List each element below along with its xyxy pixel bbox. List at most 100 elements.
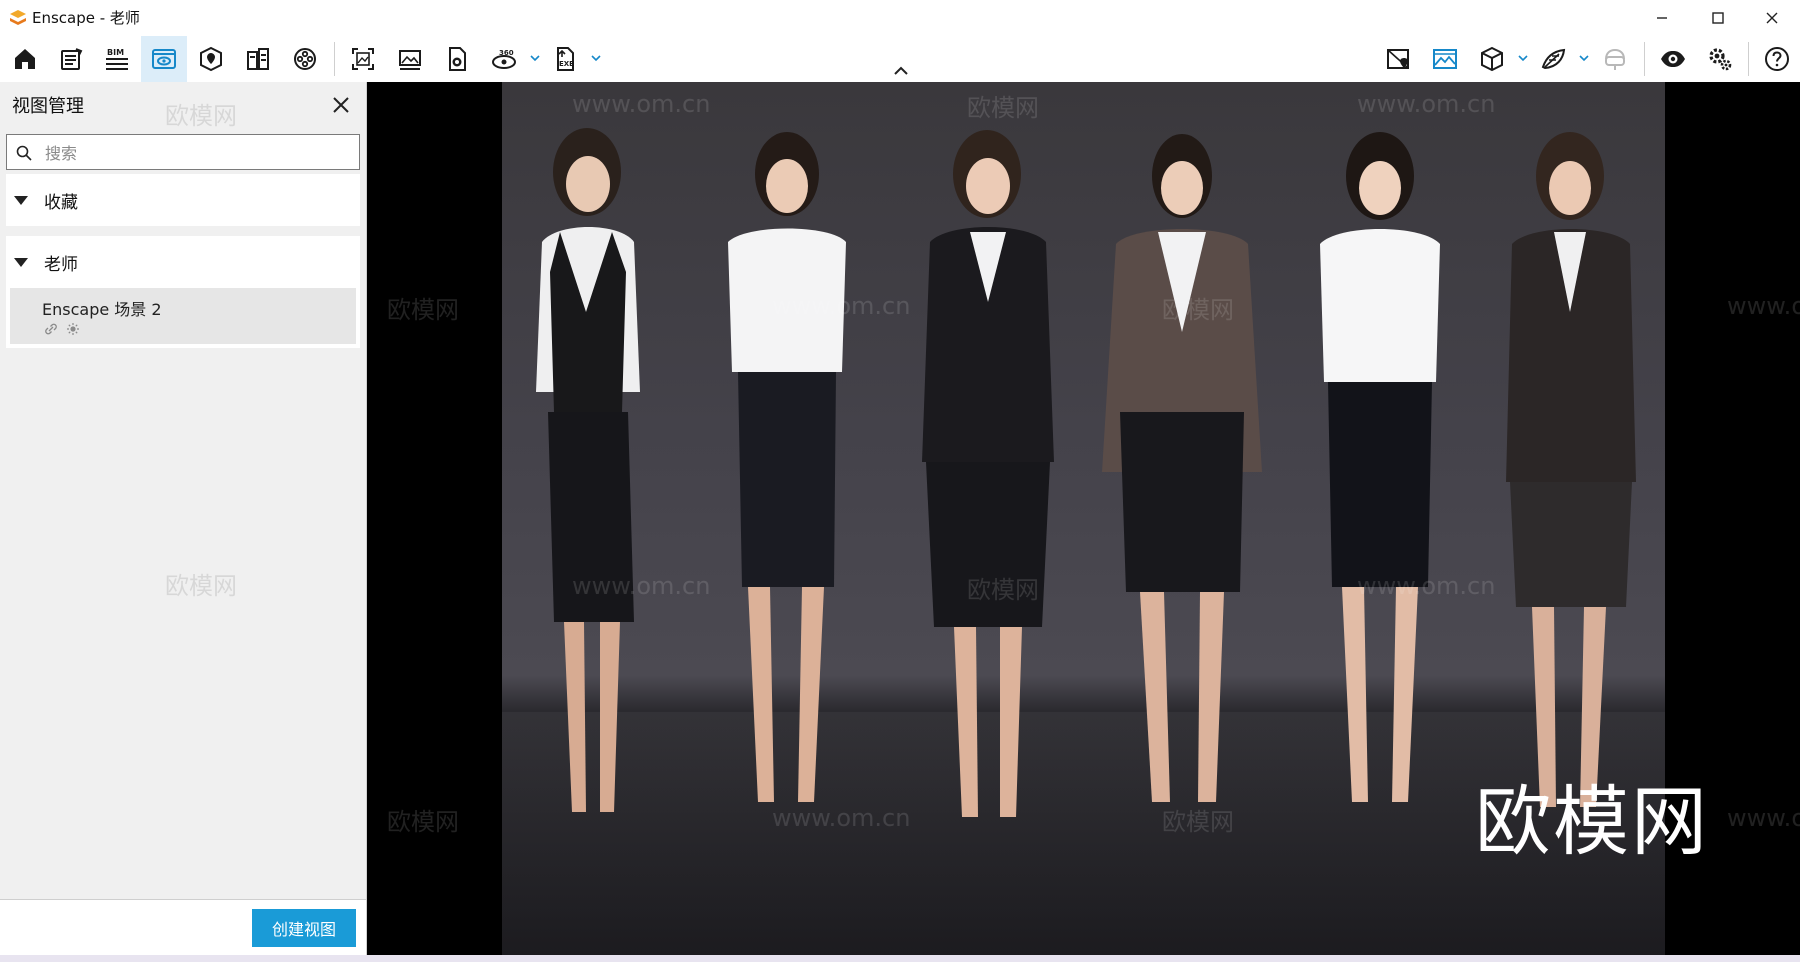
site-logo-watermark: 欧模网 — [1475, 777, 1709, 866]
view-name: Enscape 场景 2 — [42, 300, 162, 319]
minimize-icon — [1657, 17, 1667, 19]
home-button[interactable] — [2, 36, 48, 82]
collapse-toolbar-icon[interactable] — [890, 62, 912, 80]
asset-dropdown-icon[interactable] — [1576, 50, 1592, 66]
material-button[interactable] — [235, 36, 281, 82]
render-360-button[interactable]: 360 — [481, 36, 527, 82]
video-editor-button[interactable] — [282, 36, 328, 82]
expand-triangle-icon — [14, 258, 28, 267]
watermark-url: www.om.cn — [1727, 804, 1800, 832]
batch-render-button[interactable] — [387, 36, 433, 82]
render-viewport[interactable]: www.om.cn 欧模网 www.om.cn 欧模网 www.om.cn 欧模… — [367, 82, 1800, 955]
site-context-button[interactable] — [188, 36, 234, 82]
asset-library-button[interactable] — [1530, 36, 1576, 82]
settings-icon — [1709, 48, 1732, 71]
material-icon — [247, 48, 269, 70]
cube-dropdown-icon[interactable] — [1515, 50, 1531, 66]
render-360-icon: 360 — [492, 49, 516, 69]
maximize-icon — [1712, 12, 1724, 24]
expand-triangle-icon — [14, 196, 28, 205]
watermark-url: www.om.cn — [772, 804, 911, 832]
panorama-icon — [449, 47, 466, 71]
svg-text:EXE: EXE — [559, 60, 574, 68]
watermark-text: 欧模网 — [387, 808, 459, 836]
taskbar-edge — [0, 955, 1800, 962]
figure-4 — [1102, 134, 1262, 802]
enscape-logo-icon — [10, 10, 26, 25]
screenshot-icon — [352, 48, 374, 70]
figure-1 — [536, 128, 640, 812]
screenshot-button[interactable] — [340, 36, 386, 82]
notes-icon — [61, 48, 83, 70]
toolbar-separator-right — [1644, 42, 1645, 76]
view-management-icon — [152, 49, 176, 69]
view-item-icons — [44, 322, 80, 340]
render-image-button[interactable] — [1422, 36, 1468, 82]
favorites-section-header[interactable]: 收藏 — [6, 174, 360, 226]
close-icon — [1766, 12, 1778, 24]
toolbar-separator-help — [1748, 42, 1749, 76]
section-label: 收藏 — [44, 193, 78, 213]
teacher-section: 老师 Enscape 场景 2 — [6, 236, 360, 348]
watermark-text: 欧模网 — [967, 94, 1039, 122]
watermark-url: www.om.cn — [772, 292, 911, 320]
figure-3 — [922, 130, 1054, 817]
video-editor-icon — [294, 48, 316, 70]
visibility-icon — [1661, 51, 1685, 67]
batch-render-icon — [399, 50, 421, 70]
watermark-url: www.om.cn — [1357, 90, 1496, 118]
watermark-url: www.om.cn — [572, 90, 711, 118]
figure-2 — [728, 132, 846, 802]
sun-icon — [67, 323, 80, 335]
help-icon — [1765, 47, 1789, 71]
maximize-button[interactable] — [1690, 0, 1746, 36]
site-context-icon — [200, 46, 222, 72]
export-exe-button[interactable]: EXE — [542, 36, 588, 82]
map-button[interactable] — [1375, 36, 1421, 82]
view-management-button[interactable] — [141, 36, 187, 82]
toolbar-separator — [334, 42, 335, 76]
cube-button[interactable] — [1469, 36, 1515, 82]
watermark-url: www.om.cn — [1357, 572, 1496, 600]
search-input[interactable] — [43, 135, 347, 171]
render-image-icon — [1433, 49, 1457, 69]
render-360-dropdown-icon[interactable] — [527, 50, 543, 66]
teacher-section-header[interactable]: 老师 — [6, 236, 360, 288]
panorama-button[interactable] — [434, 36, 480, 82]
view-list-item[interactable]: Enscape 场景 2 — [10, 288, 356, 344]
favorites-section: 收藏 — [6, 174, 360, 226]
visibility-button[interactable] — [1650, 36, 1696, 82]
cube-icon — [1481, 46, 1503, 72]
help-button[interactable] — [1754, 36, 1800, 82]
watermark-url: www.om.cn — [572, 572, 711, 600]
watermark-text: 欧模网 — [1162, 296, 1234, 324]
window-title: Enscape - 老师 — [32, 9, 140, 27]
panel-watermark: 欧模网 — [165, 572, 237, 600]
bim-button[interactable]: BIM — [94, 36, 140, 82]
search-box — [6, 134, 360, 171]
panel-title: 视图管理 — [12, 96, 84, 117]
vr-headset-button[interactable] — [1592, 36, 1638, 82]
notes-button[interactable] — [48, 36, 94, 82]
minimize-button[interactable] — [1634, 0, 1690, 36]
close-panel-icon[interactable] — [330, 94, 352, 116]
settings-button[interactable] — [1697, 36, 1743, 82]
close-window-button[interactable] — [1744, 0, 1800, 36]
map-icon — [1387, 49, 1409, 69]
watermark-text: 欧模网 — [1162, 808, 1234, 836]
create-view-button[interactable]: 创建视图 — [252, 909, 356, 947]
search-icon — [16, 145, 32, 161]
panel-footer: 创建视图 — [0, 899, 366, 956]
watermark-text: 欧模网 — [387, 296, 459, 324]
watermark-url: www.om.cn — [1727, 292, 1800, 320]
bim-icon: BIM — [106, 48, 128, 70]
watermark-text: 欧模网 — [967, 576, 1039, 604]
home-icon — [15, 49, 35, 69]
svg-text:BIM: BIM — [107, 48, 124, 57]
title-bar: Enscape - 老师 — [0, 0, 1800, 36]
figure-5 — [1320, 132, 1440, 802]
vr-headset-icon — [1605, 48, 1625, 70]
export-dropdown-icon[interactable] — [588, 50, 604, 66]
export-exe-icon: EXE — [557, 47, 574, 71]
figure-6 — [1506, 132, 1636, 807]
